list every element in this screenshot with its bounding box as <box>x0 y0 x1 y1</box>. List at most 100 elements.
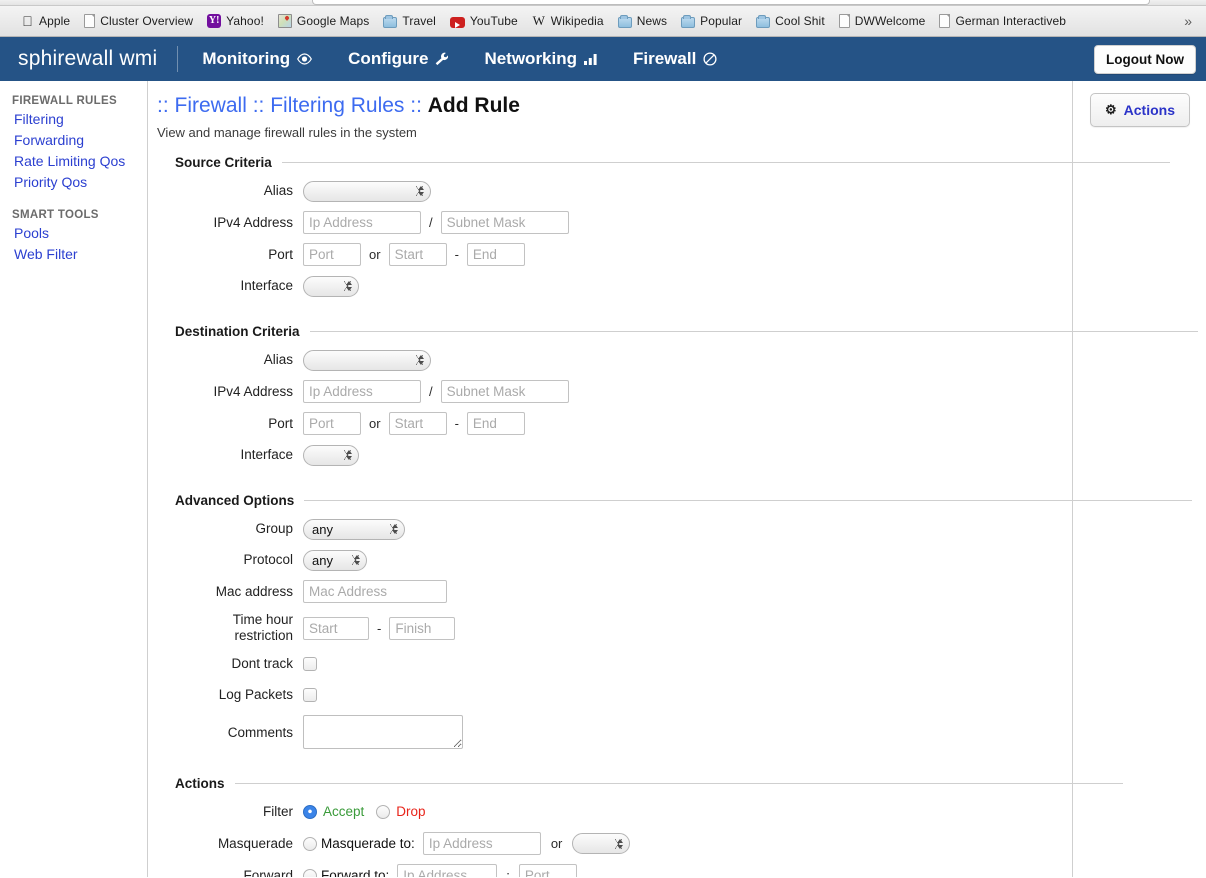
bookmarks-overflow-chevron-icon[interactable]: » <box>1176 13 1200 29</box>
sidebar-item-priority-qos[interactable]: Priority Qos <box>12 172 147 193</box>
group-select[interactable]: any <box>303 518 405 540</box>
masquerade-ip-input[interactable] <box>422 832 541 855</box>
source-port-end-input[interactable] <box>466 243 525 266</box>
destination-port-end-input[interactable] <box>466 412 525 435</box>
bookmark-label: News <box>636 14 668 28</box>
form-row-source-interface: Interface <box>175 275 1206 297</box>
source-interface-select[interactable] <box>303 275 359 297</box>
source-subnet-mask-input[interactable] <box>440 211 569 234</box>
source-port-input[interactable] <box>303 243 361 266</box>
nav-item-networking[interactable]: Networking <box>466 49 615 69</box>
destination-port-input[interactable] <box>303 412 361 435</box>
select-wrap: any <box>303 518 405 540</box>
form-row-protocol: Protocol any <box>175 549 1206 571</box>
bookmark-cluster-overview[interactable]: Cluster Overview <box>77 12 200 30</box>
forward-port-input[interactable] <box>518 864 577 877</box>
navbar-divider <box>177 46 179 72</box>
section-actions: Actions Filter Accept Drop Masquerade Ma… <box>175 776 1206 877</box>
label-filter: Filter <box>263 804 293 819</box>
sidebar-group-title-smart-tools: SMART TOOLS <box>12 209 99 221</box>
form-row-source-ipv4: IPv4 Address / <box>175 211 1206 234</box>
bookmark-news[interactable]: News <box>611 12 674 30</box>
time-finish-input[interactable] <box>389 616 456 640</box>
bookmark-google-maps[interactable]: Google Maps <box>271 12 376 30</box>
destination-port-start-input[interactable] <box>388 412 447 435</box>
masquerade-radio[interactable] <box>303 836 317 851</box>
folder-icon <box>617 14 632 28</box>
source-port-start-input[interactable] <box>388 243 447 266</box>
destination-interface-select[interactable] <box>303 444 359 466</box>
google-maps-icon <box>277 14 292 28</box>
section-destination-criteria: Destination Criteria Alias IPv4 Address … <box>175 324 1206 466</box>
breadcrumb-firewall[interactable]: Firewall <box>175 94 247 117</box>
bookmark-apple[interactable]:  Apple <box>14 12 77 30</box>
or-separator: or <box>369 416 381 431</box>
page-body: FIREWALL RULES Filtering Forwarding Rate… <box>0 81 1206 877</box>
protocol-select[interactable]: any <box>303 549 367 571</box>
sidebar-item-forwarding[interactable]: Forwarding <box>12 130 147 151</box>
destination-subnet-mask-input[interactable] <box>440 380 569 403</box>
actions-button[interactable]: ⚙ Actions <box>1090 93 1190 127</box>
sidebar-item-filtering[interactable]: Filtering <box>12 109 147 130</box>
section-header: Destination Criteria <box>175 324 1206 339</box>
page-title-current: Add Rule <box>427 94 520 117</box>
bookmark-german-interactiveb[interactable]: German Interactiveb <box>932 12 1073 30</box>
address-bar[interactable] <box>312 0 1150 5</box>
apple-icon:  <box>21 14 34 28</box>
label-destination-alias: Alias <box>263 352 293 367</box>
brand-logo[interactable]: sphirewall wmi <box>18 47 177 71</box>
bookmark-label: Popular <box>700 14 743 28</box>
filter-drop-radio[interactable] <box>376 805 391 819</box>
log-packets-checkbox[interactable] <box>303 688 317 702</box>
forward-radio[interactable] <box>303 868 317 877</box>
forward-ip-input[interactable] <box>397 864 498 877</box>
nav-label-configure: Configure <box>348 49 429 68</box>
form-row-group: Group any <box>175 518 1206 540</box>
masquerade-interface-select[interactable] <box>572 833 631 854</box>
dont-track-checkbox[interactable] <box>303 657 317 671</box>
document-icon <box>838 14 850 28</box>
bookmark-cool-shit[interactable]: Cool Shit <box>749 12 832 30</box>
bookmark-label: German Interactiveb <box>955 14 1067 28</box>
page-subtitle: View and manage firewall rules in the sy… <box>157 125 417 140</box>
form-row-dont-track: Dont track <box>175 653 1206 675</box>
label-log-packets: Log Packets <box>218 687 293 702</box>
logout-button[interactable]: Logout Now <box>1094 44 1196 74</box>
filter-accept-radio[interactable] <box>303 805 317 819</box>
breadcrumb-filtering-rules[interactable]: Filtering Rules <box>270 94 404 117</box>
time-start-input[interactable] <box>303 616 369 640</box>
sidebar-item-pools[interactable]: Pools <box>12 223 147 244</box>
label-destination-interface: Interface <box>240 447 293 462</box>
breadcrumb-separator-2: :: <box>404 94 428 117</box>
section-title-source-criteria: Source Criteria <box>175 155 272 170</box>
source-ip-input[interactable] <box>303 211 421 234</box>
bookmark-travel[interactable]: Travel <box>376 12 443 30</box>
slash-separator: / <box>429 215 433 230</box>
nav-item-monitoring[interactable]: Monitoring <box>184 49 330 69</box>
gear-icon: ⚙ <box>1105 102 1117 117</box>
destination-alias-select[interactable] <box>303 349 431 371</box>
bookmark-youtube[interactable]: YouTube <box>443 12 525 30</box>
section-title-advanced-options: Advanced Options <box>175 493 295 508</box>
form-row-forward: Forward Forward to: : <box>175 864 1206 877</box>
bookmarks-bar:  Apple Cluster Overview Y! Yahoo! Googl… <box>0 6 1206 37</box>
bookmark-wikipedia[interactable]: W Wikipedia <box>525 12 611 30</box>
section-header: Advanced Options <box>175 493 1206 508</box>
destination-ip-input[interactable] <box>303 380 421 403</box>
no-entry-icon <box>703 52 717 66</box>
dash-separator: - <box>454 416 459 431</box>
form-row-destination-interface: Interface <box>175 444 1206 466</box>
label-source-alias: Alias <box>263 183 293 198</box>
comments-textarea[interactable] <box>303 715 463 749</box>
nav-item-firewall[interactable]: Firewall <box>615 49 735 69</box>
mac-address-input[interactable] <box>303 580 447 603</box>
bookmark-popular[interactable]: Popular <box>674 12 749 30</box>
folder-icon <box>756 14 771 28</box>
source-alias-select[interactable] <box>303 180 431 202</box>
sidebar-item-web-filter[interactable]: Web Filter <box>12 244 147 265</box>
bookmark-yahoo[interactable]: Y! Yahoo! <box>200 12 271 30</box>
yahoo-icon: Y! <box>207 14 222 28</box>
sidebar-item-rate-limiting-qos[interactable]: Rate Limiting Qos <box>12 151 147 172</box>
nav-item-configure[interactable]: Configure <box>330 49 466 69</box>
bookmark-dwwelcome[interactable]: DWWelcome <box>832 12 933 30</box>
